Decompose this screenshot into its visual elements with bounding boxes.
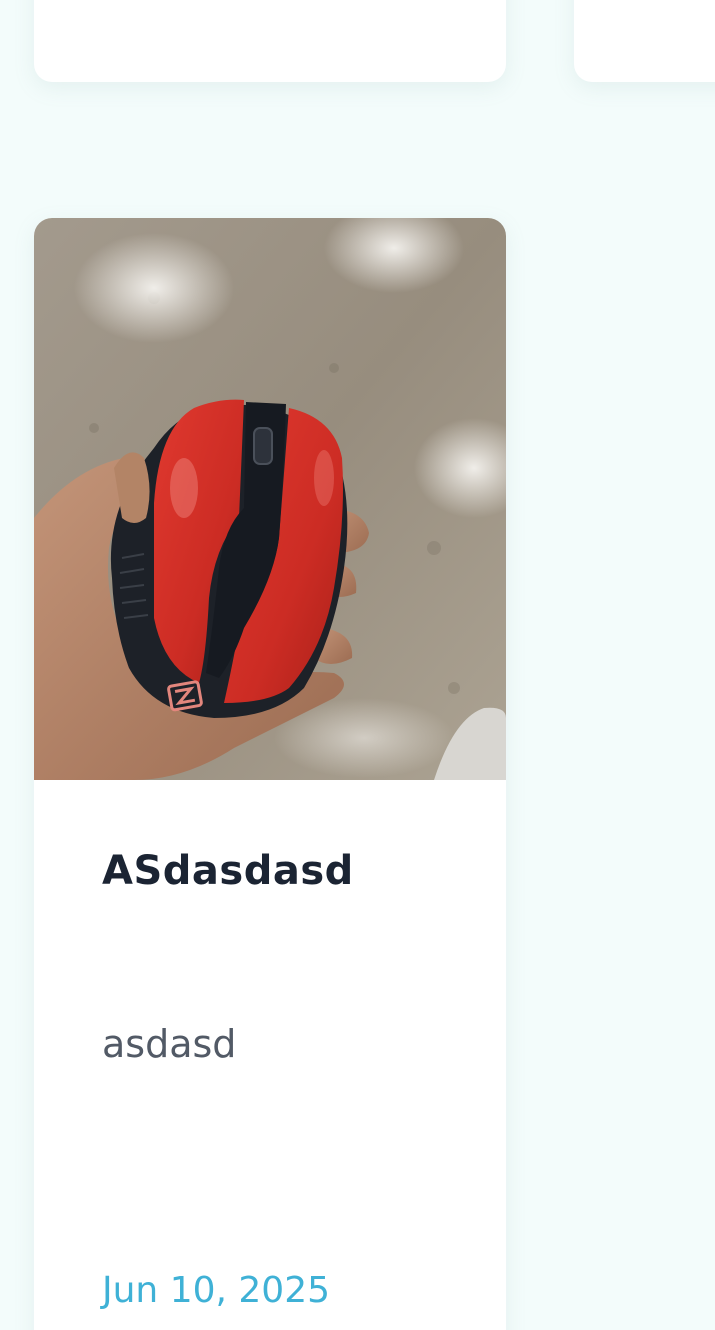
post-date: Jun 10, 2025 [102,1270,331,1311]
page: ASdasdasd asdasd Jun 10, 2025 [0,0,715,1330]
post-title[interactable]: ASdasdasd [102,848,354,894]
post-card[interactable]: ASdasdasd asdasd Jun 10, 2025 [34,218,506,1330]
post-card-previous-left[interactable] [34,0,506,82]
post-description: asdasd [102,1022,237,1066]
post-image [34,218,506,780]
post-card-previous-right[interactable] [574,0,715,82]
